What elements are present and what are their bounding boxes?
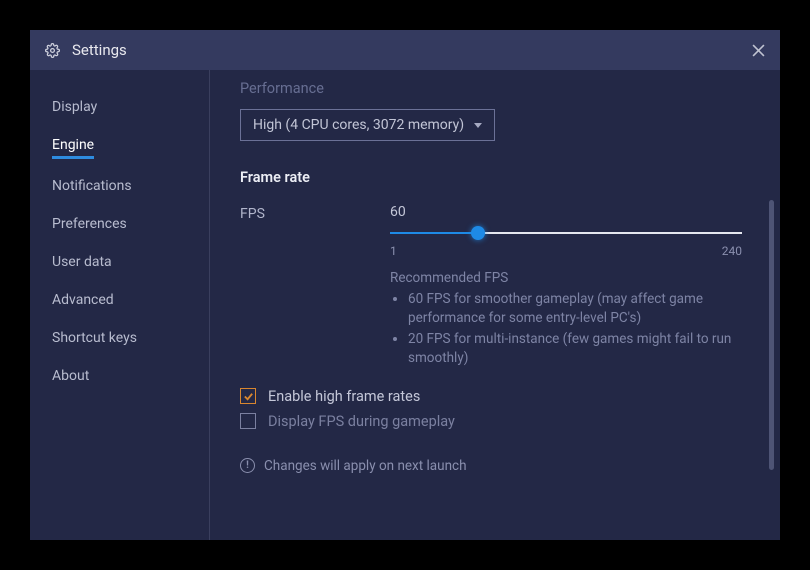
settings-window: Settings Display Engine Notifications Pr… (30, 30, 780, 540)
performance-label: Performance (240, 80, 760, 97)
slider-min: 1 (390, 244, 397, 258)
titlebar: Settings (30, 30, 780, 70)
notice-row: ! Changes will apply on next launch (240, 458, 760, 474)
display-fps-checkbox[interactable]: Display FPS during gameplay (240, 413, 760, 430)
recommended-label: Recommended FPS (390, 270, 742, 286)
sidebar-item-notifications[interactable]: Notifications (52, 167, 132, 205)
recommendation-item: 60 FPS for smoother gameplay (may affect… (408, 290, 742, 328)
enable-high-frame-checkbox[interactable]: Enable high frame rates (240, 388, 760, 405)
checkbox-unchecked-icon (240, 413, 256, 429)
checkbox-checked-icon (240, 388, 256, 404)
performance-dropdown[interactable]: High (4 CPU cores, 3072 memory) (240, 109, 495, 141)
frame-rate-title: Frame rate (240, 169, 760, 186)
fps-slider[interactable] (390, 226, 742, 240)
fps-value: 60 (390, 204, 742, 220)
performance-selected: High (4 CPU cores, 3072 memory) (253, 117, 464, 133)
sidebar-item-preferences[interactable]: Preferences (52, 205, 127, 243)
recommendation-list: 60 FPS for smoother gameplay (may affect… (390, 290, 742, 368)
scrollbar[interactable] (769, 200, 774, 470)
window-title: Settings (72, 41, 750, 59)
content-panel: Performance High (4 CPU cores, 3072 memo… (210, 70, 780, 540)
sidebar-item-engine[interactable]: Engine (52, 126, 94, 159)
enable-high-frame-label: Enable high frame rates (268, 388, 420, 405)
slider-thumb[interactable] (471, 226, 485, 240)
sidebar-item-display[interactable]: Display (52, 88, 97, 126)
info-icon: ! (240, 458, 255, 473)
sidebar-item-shortcut-keys[interactable]: Shortcut keys (52, 319, 137, 357)
notice-text: Changes will apply on next launch (264, 458, 467, 474)
chevron-down-icon (474, 123, 482, 128)
gear-icon (44, 42, 60, 58)
close-button[interactable] (750, 42, 766, 58)
slider-fill (390, 232, 478, 234)
recommendation-item: 20 FPS for multi-instance (few games mig… (408, 330, 742, 368)
display-fps-label: Display FPS during gameplay (268, 413, 455, 430)
window-body: Display Engine Notifications Preferences… (30, 70, 780, 540)
slider-max: 240 (722, 244, 742, 258)
sidebar-item-user-data[interactable]: User data (52, 243, 112, 281)
sidebar-item-advanced[interactable]: Advanced (52, 281, 114, 319)
sidebar-item-about[interactable]: About (52, 357, 89, 395)
fps-label: FPS (240, 204, 390, 222)
sidebar: Display Engine Notifications Preferences… (30, 70, 210, 540)
